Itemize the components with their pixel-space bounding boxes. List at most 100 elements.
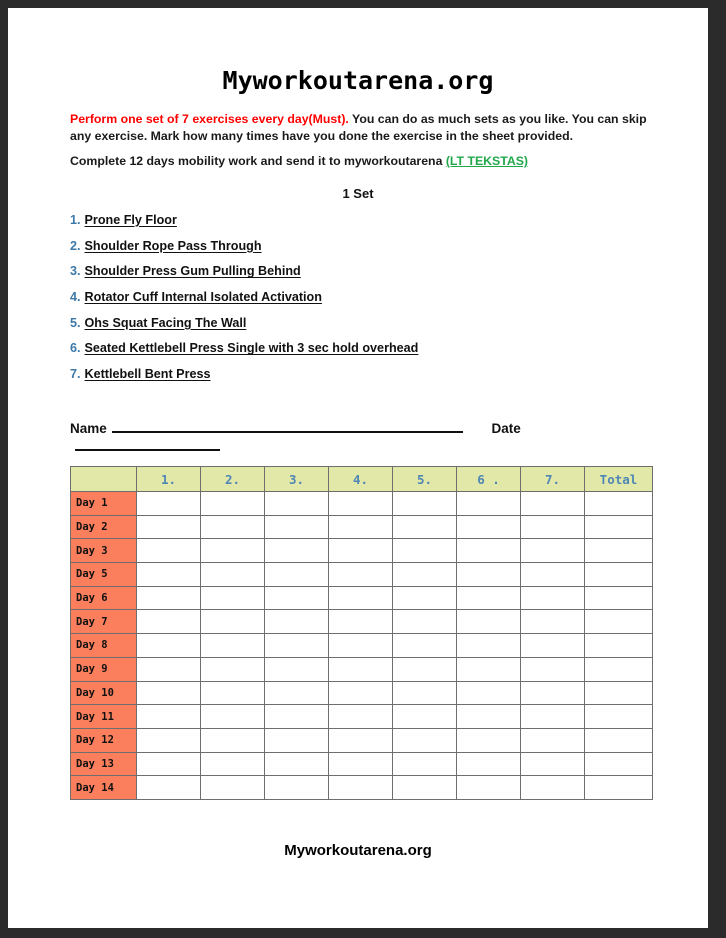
tracker-entry-cell[interactable]: [264, 633, 329, 658]
tracker-entry-cell[interactable]: [520, 585, 585, 611]
tracker-entry-cell[interactable]: [136, 727, 201, 753]
tracker-entry-cell[interactable]: [328, 514, 393, 540]
tracker-entry-cell[interactable]: [328, 656, 393, 682]
tracker-total-cell[interactable]: [584, 751, 653, 777]
tracker-entry-cell[interactable]: [520, 633, 585, 658]
tracker-entry-cell[interactable]: [520, 751, 585, 777]
exercise-name-link[interactable]: Ohs Squat Facing The Wall: [85, 316, 247, 330]
tracker-entry-cell[interactable]: [456, 585, 521, 611]
tracker-entry-cell[interactable]: [520, 704, 585, 729]
tracker-entry-cell[interactable]: [264, 609, 329, 635]
tracker-entry-cell[interactable]: [136, 751, 201, 777]
tracker-entry-cell[interactable]: [264, 585, 329, 611]
tracker-entry-cell[interactable]: [392, 562, 457, 587]
tracker-entry-cell[interactable]: [200, 704, 265, 729]
tracker-entry-cell[interactable]: [392, 585, 457, 611]
exercise-name-link[interactable]: Shoulder Press Gum Pulling Behind: [85, 264, 301, 278]
tracker-entry-cell[interactable]: [136, 609, 201, 635]
tracker-entry-cell[interactable]: [136, 680, 201, 706]
tracker-entry-cell[interactable]: [200, 491, 265, 516]
exercise-name-link[interactable]: Rotator Cuff Internal Isolated Activatio…: [85, 290, 322, 304]
tracker-entry-cell[interactable]: [520, 491, 585, 516]
lt-tekstas-link[interactable]: (LT TEKSTAS): [446, 154, 528, 168]
tracker-entry-cell[interactable]: [456, 491, 521, 516]
tracker-entry-cell[interactable]: [200, 656, 265, 682]
tracker-total-cell[interactable]: [584, 727, 653, 753]
tracker-entry-cell[interactable]: [328, 680, 393, 706]
tracker-entry-cell[interactable]: [520, 656, 585, 682]
tracker-entry-cell[interactable]: [136, 656, 201, 682]
tracker-entry-cell[interactable]: [392, 514, 457, 540]
tracker-total-cell[interactable]: [584, 491, 653, 516]
tracker-entry-cell[interactable]: [456, 775, 521, 800]
tracker-entry-cell[interactable]: [328, 727, 393, 753]
tracker-entry-cell[interactable]: [136, 491, 201, 516]
tracker-entry-cell[interactable]: [200, 633, 265, 658]
tracker-total-cell[interactable]: [584, 680, 653, 706]
tracker-entry-cell[interactable]: [456, 633, 521, 658]
tracker-total-cell[interactable]: [584, 609, 653, 635]
tracker-entry-cell[interactable]: [520, 727, 585, 753]
tracker-entry-cell[interactable]: [392, 491, 457, 516]
tracker-total-cell[interactable]: [584, 562, 653, 587]
tracker-entry-cell[interactable]: [264, 538, 329, 564]
tracker-entry-cell[interactable]: [200, 609, 265, 635]
tracker-entry-cell[interactable]: [392, 633, 457, 658]
exercise-name-link[interactable]: Seated Kettlebell Press Single with 3 se…: [85, 341, 419, 355]
tracker-entry-cell[interactable]: [456, 609, 521, 635]
tracker-entry-cell[interactable]: [328, 609, 393, 635]
tracker-entry-cell[interactable]: [520, 538, 585, 564]
tracker-entry-cell[interactable]: [136, 585, 201, 611]
tracker-entry-cell[interactable]: [200, 680, 265, 706]
tracker-total-cell[interactable]: [584, 775, 653, 800]
tracker-entry-cell[interactable]: [200, 585, 265, 611]
tracker-entry-cell[interactable]: [136, 562, 201, 587]
tracker-entry-cell[interactable]: [200, 751, 265, 777]
tracker-entry-cell[interactable]: [456, 727, 521, 753]
tracker-entry-cell[interactable]: [328, 585, 393, 611]
tracker-total-cell[interactable]: [584, 538, 653, 564]
tracker-entry-cell[interactable]: [264, 751, 329, 777]
tracker-entry-cell[interactable]: [520, 680, 585, 706]
tracker-entry-cell[interactable]: [136, 704, 201, 729]
name-input-line[interactable]: [111, 418, 463, 433]
tracker-entry-cell[interactable]: [328, 562, 393, 587]
tracker-entry-cell[interactable]: [264, 704, 329, 729]
tracker-entry-cell[interactable]: [200, 538, 265, 564]
tracker-entry-cell[interactable]: [136, 514, 201, 540]
tracker-entry-cell[interactable]: [392, 704, 457, 729]
tracker-entry-cell[interactable]: [328, 538, 393, 564]
tracker-entry-cell[interactable]: [456, 751, 521, 777]
tracker-total-cell[interactable]: [584, 704, 653, 729]
tracker-entry-cell[interactable]: [328, 775, 393, 800]
tracker-entry-cell[interactable]: [520, 609, 585, 635]
tracker-entry-cell[interactable]: [264, 656, 329, 682]
exercise-name-link[interactable]: Kettlebell Bent Press: [85, 367, 211, 381]
tracker-entry-cell[interactable]: [264, 680, 329, 706]
tracker-entry-cell[interactable]: [136, 538, 201, 564]
tracker-entry-cell[interactable]: [264, 775, 329, 800]
tracker-entry-cell[interactable]: [392, 609, 457, 635]
tracker-entry-cell[interactable]: [328, 491, 393, 516]
tracker-entry-cell[interactable]: [264, 514, 329, 540]
tracker-entry-cell[interactable]: [200, 727, 265, 753]
tracker-entry-cell[interactable]: [392, 727, 457, 753]
tracker-total-cell[interactable]: [584, 633, 653, 658]
tracker-entry-cell[interactable]: [392, 680, 457, 706]
tracker-total-cell[interactable]: [584, 514, 653, 540]
tracker-entry-cell[interactable]: [200, 775, 265, 800]
tracker-entry-cell[interactable]: [392, 751, 457, 777]
tracker-entry-cell[interactable]: [456, 538, 521, 564]
tracker-entry-cell[interactable]: [456, 680, 521, 706]
tracker-entry-cell[interactable]: [200, 514, 265, 540]
exercise-name-link[interactable]: Prone Fly Floor: [85, 213, 177, 227]
tracker-entry-cell[interactable]: [456, 656, 521, 682]
tracker-entry-cell[interactable]: [392, 656, 457, 682]
tracker-total-cell[interactable]: [584, 585, 653, 611]
tracker-entry-cell[interactable]: [392, 538, 457, 564]
tracker-entry-cell[interactable]: [456, 562, 521, 587]
date-input-line[interactable]: [75, 436, 220, 451]
exercise-name-link[interactable]: Shoulder Rope Pass Through: [85, 239, 262, 253]
tracker-entry-cell[interactable]: [264, 727, 329, 753]
tracker-entry-cell[interactable]: [328, 633, 393, 658]
